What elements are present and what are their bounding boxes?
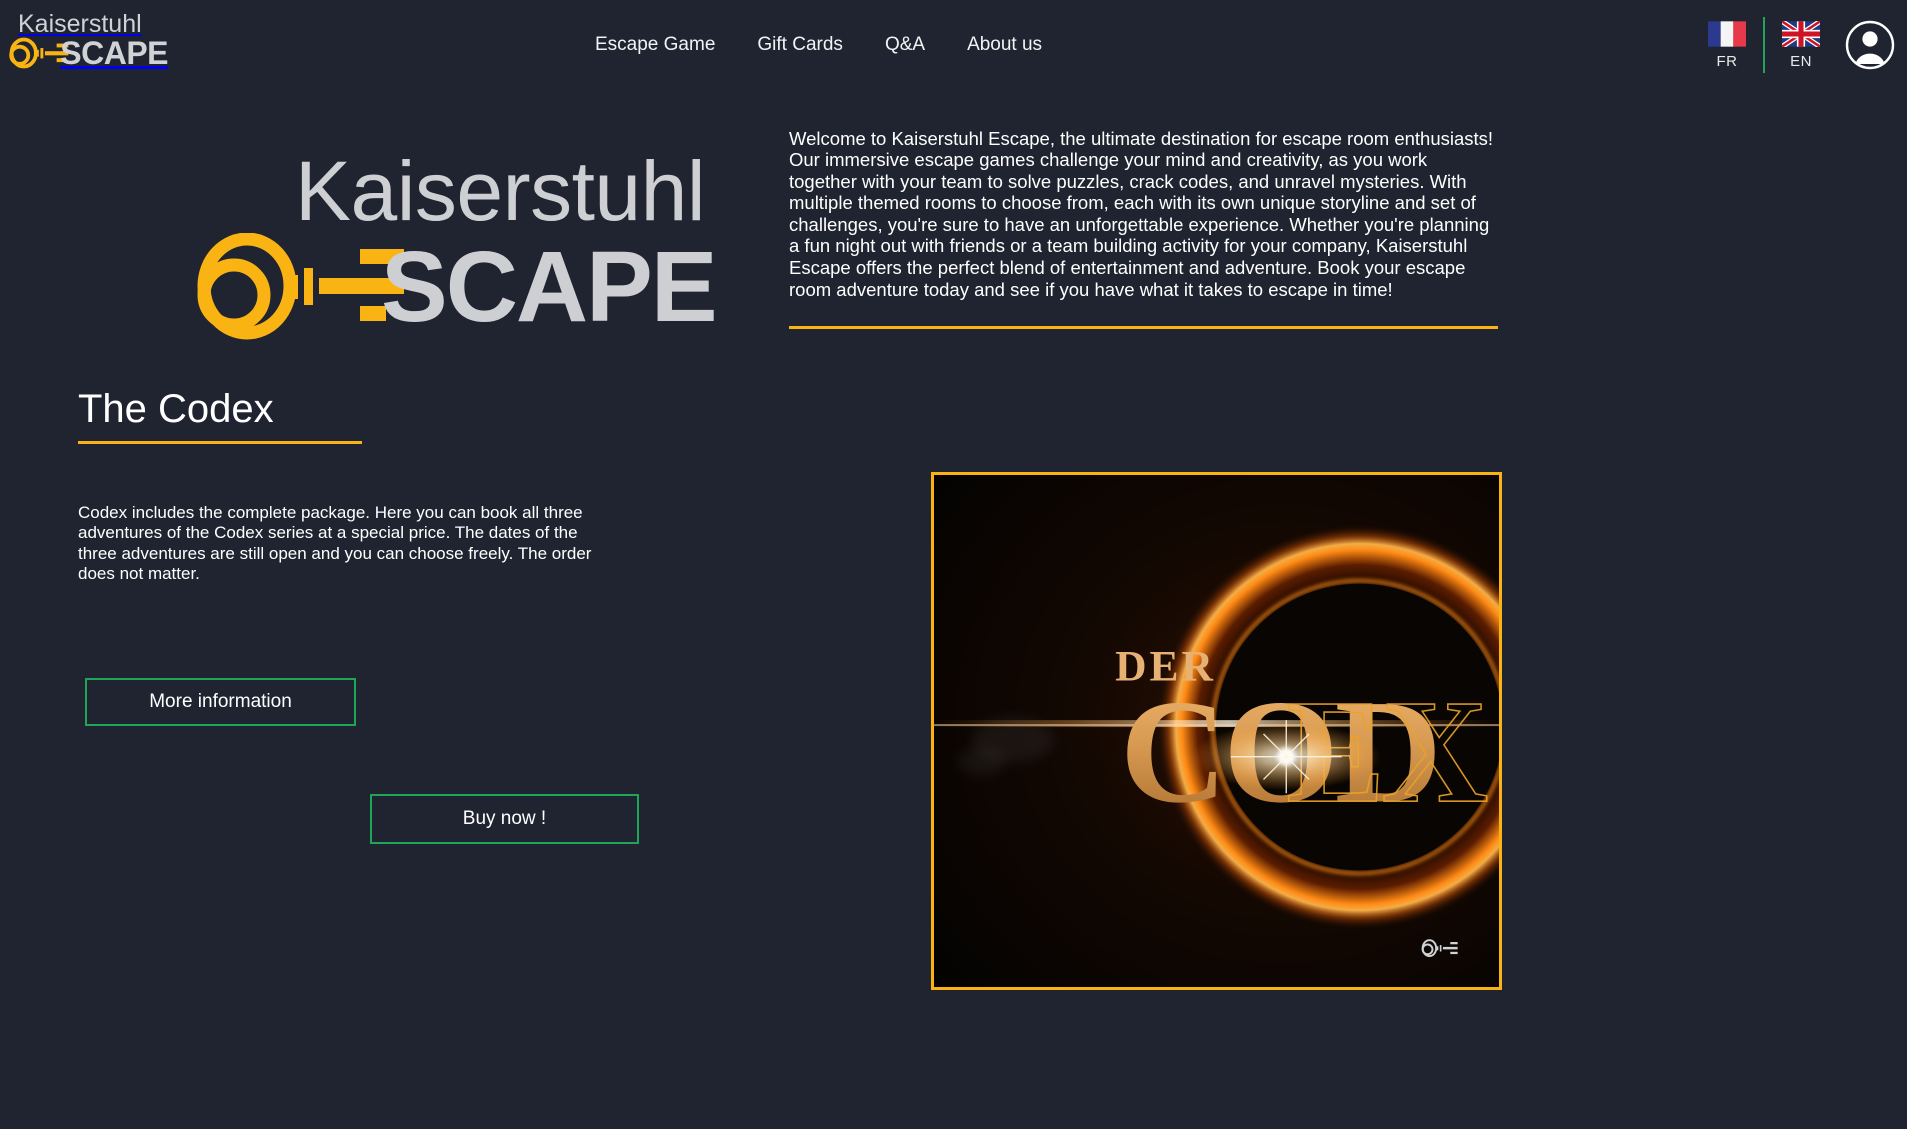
user-avatar-icon[interactable]	[1845, 20, 1895, 70]
nav-item-qa[interactable]: Q&A	[885, 34, 925, 56]
product-description: Codex includes the complete package. Her…	[78, 503, 592, 583]
buy-now-button[interactable]: Buy now !	[370, 794, 639, 844]
codex-promo-image[interactable]: COD EX DER	[931, 472, 1502, 990]
welcome-divider	[789, 326, 1498, 329]
language-code-fr: FR	[1716, 52, 1738, 70]
codex-artwork: COD EX DER	[934, 475, 1499, 987]
more-information-button[interactable]: More information	[85, 678, 356, 726]
hero-logo: Kaiserstuhl SCAPE	[190, 145, 810, 375]
page-title: The Codex	[78, 386, 274, 431]
flag-united-kingdom-icon	[1782, 20, 1820, 47]
header-utilities: FR EN	[1697, 0, 1895, 90]
nav-item-about-us[interactable]: About us	[967, 34, 1042, 56]
site-logo-line2: SCAPE	[60, 35, 168, 71]
language-code-en: EN	[1790, 52, 1812, 70]
language-divider	[1763, 17, 1765, 73]
hero-logo-line2: SCAPE	[381, 231, 718, 343]
nav-item-escape-game[interactable]: Escape Game	[595, 34, 715, 56]
svg-text:DER: DER	[1115, 643, 1216, 691]
site-logo-line1: Kaiserstuhl	[18, 10, 142, 38]
language-switch-fr[interactable]: FR	[1697, 20, 1757, 70]
hero-logo-line1: Kaiserstuhl	[294, 144, 706, 238]
page-main: Kaiserstuhl SCAPE The Codex Codex includ…	[0, 90, 1907, 1129]
site-logo[interactable]: Kaiserstuhl SCAPE	[8, 10, 168, 82]
main-navigation: Escape Game Gift Cards Q&A About us	[595, 0, 1042, 90]
title-divider	[78, 441, 362, 444]
welcome-text: Welcome to Kaiserstuhl Escape, the ultim…	[789, 127, 1494, 300]
flag-france-icon	[1708, 20, 1746, 47]
nav-item-gift-cards[interactable]: Gift Cards	[757, 34, 843, 56]
site-header: Kaiserstuhl SCAPE Escape Game Gift Cards…	[0, 0, 1907, 90]
key-icon	[197, 233, 404, 340]
language-switch-en[interactable]: EN	[1771, 20, 1831, 70]
